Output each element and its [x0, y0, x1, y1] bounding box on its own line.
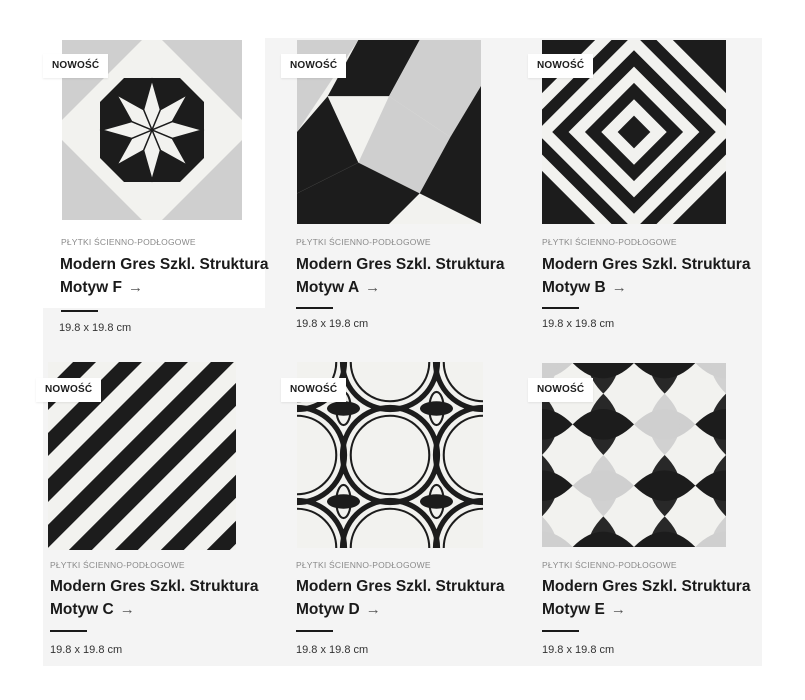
product-title[interactable]: Modern Gres Szkl. Struktura Motyw D →: [296, 575, 526, 621]
product-size: 19.8 x 19.8 cm: [50, 644, 123, 656]
product-title-line1: Modern Gres Szkl. Struktura: [296, 578, 505, 595]
product-title-line1: Modern Gres Szkl. Struktura: [542, 256, 751, 273]
arrow-right-icon: →: [365, 279, 381, 296]
product-size: 19.8 x 19.8 cm: [542, 318, 615, 330]
product-title-line1: Modern Gres Szkl. Struktura: [542, 578, 751, 595]
title-underline: [296, 630, 333, 632]
product-card[interactable]: NOWOŚĆ PŁYTKI ŚCIENNO-PODŁOGOWE Modern G…: [43, 38, 268, 334]
arrow-right-icon: →: [119, 601, 135, 618]
product-title[interactable]: Modern Gres Szkl. Struktura Motyw F →: [60, 253, 290, 299]
product-title-line2: Motyw D: [296, 601, 360, 618]
new-badge: NOWOŚĆ: [528, 378, 594, 402]
product-title-line2: Motyw F: [60, 279, 122, 296]
product-title-line2: Motyw E: [542, 601, 605, 618]
product-card[interactable]: NOWOŚĆ PŁYTKI ŚCIENNO-PODŁOGOWE Modern G…: [524, 362, 750, 662]
title-underline: [296, 307, 333, 309]
product-title-line1: Modern Gres Szkl. Struktura: [50, 578, 259, 595]
product-category: PŁYTKI ŚCIENNO-PODŁOGOWE: [296, 560, 431, 570]
new-badge: NOWOŚĆ: [43, 54, 109, 78]
product-card[interactable]: NOWOŚĆ PŁYTKI ŚCIENNO-PODŁOGOWE Modern G…: [278, 38, 504, 338]
new-badge: NOWOŚĆ: [281, 54, 347, 78]
product-size: 19.8 x 19.8 cm: [296, 644, 369, 656]
product-title-line2: Motyw C: [50, 601, 114, 618]
product-category: PŁYTKI ŚCIENNO-PODŁOGOWE: [542, 560, 677, 570]
new-badge: NOWOŚĆ: [528, 54, 594, 78]
arrow-right-icon: →: [365, 601, 381, 618]
new-badge: NOWOŚĆ: [281, 378, 347, 402]
new-badge: NOWOŚĆ: [36, 378, 102, 402]
product-title[interactable]: Modern Gres Szkl. Struktura Motyw A →: [296, 253, 526, 299]
title-underline: [61, 310, 98, 312]
product-title-line2: Motyw A: [296, 279, 360, 296]
title-underline: [542, 307, 579, 309]
product-card[interactable]: NOWOŚĆ PŁYTKI ŚCIENNO-PODŁOGOWE Modern G…: [32, 362, 258, 662]
product-size: 19.8 x 19.8 cm: [296, 318, 369, 330]
product-title[interactable]: Modern Gres Szkl. Struktura Motyw C →: [50, 575, 280, 621]
arrow-right-icon: →: [611, 279, 627, 296]
title-underline: [50, 630, 87, 632]
product-card[interactable]: NOWOŚĆ PŁYTKI ŚCIENNO-PODŁOGOWE Modern G…: [524, 38, 750, 338]
product-category: PŁYTKI ŚCIENNO-PODŁOGOWE: [542, 237, 677, 247]
product-size: 19.8 x 19.8 cm: [59, 322, 132, 334]
product-category: PŁYTKI ŚCIENNO-PODŁOGOWE: [61, 237, 196, 247]
product-category: PŁYTKI ŚCIENNO-PODŁOGOWE: [50, 560, 185, 570]
product-category: PŁYTKI ŚCIENNO-PODŁOGOWE: [296, 237, 431, 247]
product-title-line1: Modern Gres Szkl. Struktura: [60, 256, 269, 273]
arrow-right-icon: →: [128, 279, 143, 296]
product-size: 19.8 x 19.8 cm: [542, 644, 615, 656]
product-card[interactable]: NOWOŚĆ PŁYTKI ŚCIENNO-PODŁOGOWE Modern G…: [278, 362, 504, 662]
arrow-right-icon: →: [610, 601, 626, 618]
product-title-line1: Modern Gres Szkl. Struktura: [296, 256, 505, 273]
product-title[interactable]: Modern Gres Szkl. Struktura Motyw E →: [542, 575, 772, 621]
title-underline: [542, 630, 579, 632]
product-title-line2: Motyw B: [542, 279, 606, 296]
product-title[interactable]: Modern Gres Szkl. Struktura Motyw B →: [542, 253, 772, 299]
